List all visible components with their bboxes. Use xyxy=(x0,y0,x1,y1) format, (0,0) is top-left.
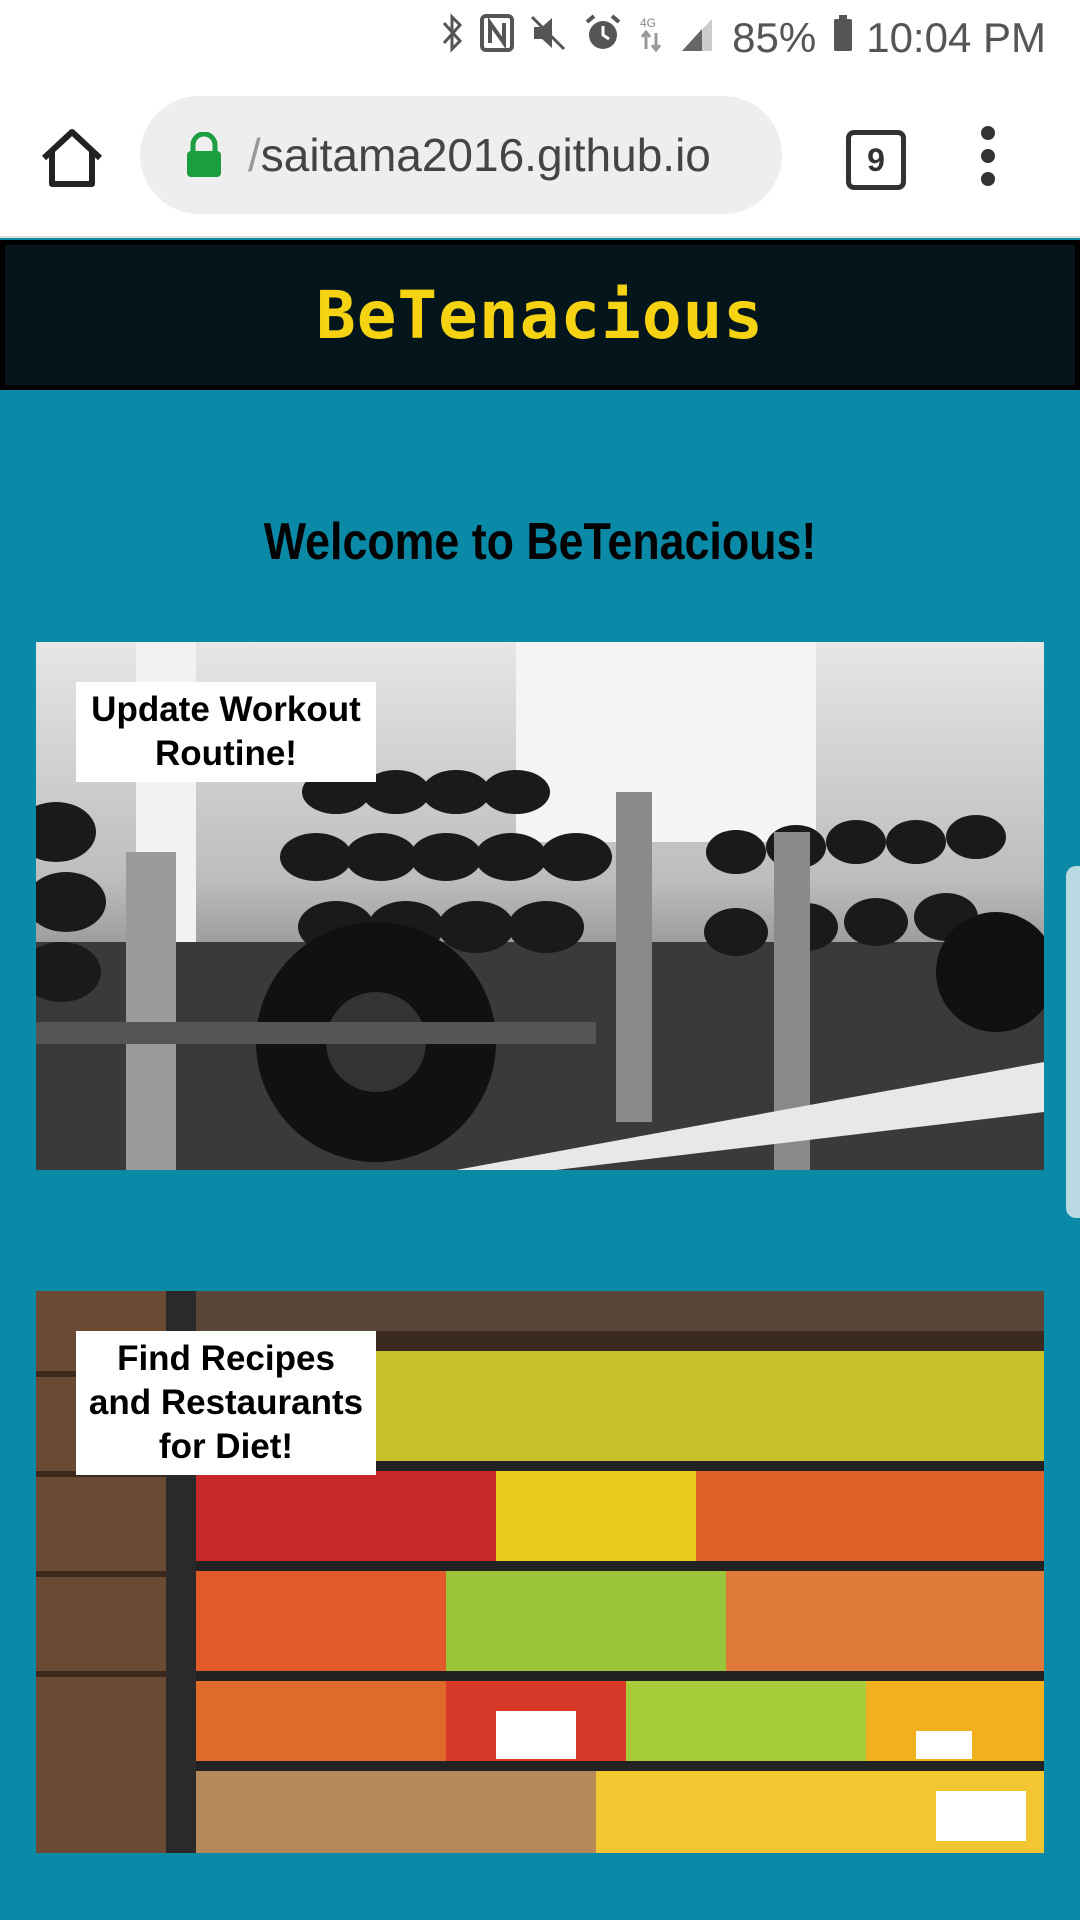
diet-card[interactable]: Find Recipes and Restaurants for Diet! xyxy=(36,1291,1044,1853)
battery-percentage: 85% xyxy=(732,14,817,61)
page-heading: Welcome to BeTenacious! xyxy=(263,513,817,571)
mute-icon xyxy=(530,13,568,63)
bluetooth-icon xyxy=(440,13,464,63)
tab-count: 9 xyxy=(867,141,885,178)
svg-text:4G: 4G xyxy=(640,16,656,30)
battery-icon xyxy=(832,13,854,63)
url-prefix: / xyxy=(248,129,261,181)
signal-icon xyxy=(680,13,714,63)
lock-icon xyxy=(187,132,221,177)
url-text: saitama2016.github.io xyxy=(260,129,711,181)
site-header: BeTenacious xyxy=(0,240,1080,390)
menu-dot-icon xyxy=(981,172,995,186)
scroll-handle[interactable] xyxy=(1066,866,1080,1218)
site-title[interactable]: BeTenacious xyxy=(316,277,764,354)
home-button[interactable] xyxy=(34,120,110,196)
lte-icon: 4G xyxy=(638,13,664,63)
home-icon xyxy=(41,129,103,187)
nfc-icon xyxy=(480,13,515,63)
browser-toolbar: /saitama2016.github.io 9 xyxy=(0,76,1080,238)
workout-card-label[interactable]: Update Workout Routine! xyxy=(76,682,376,782)
menu-dot-icon xyxy=(981,149,995,163)
menu-dot-icon xyxy=(981,126,995,140)
clock: 10:04 PM xyxy=(866,14,1046,61)
address-bar[interactable]: /saitama2016.github.io xyxy=(140,96,782,214)
status-bar: 4G 85% 10:04 PM xyxy=(0,0,1080,76)
overflow-menu-button[interactable] xyxy=(968,126,1008,186)
tab-switcher-button[interactable]: 9 xyxy=(846,130,906,190)
alarm-icon xyxy=(584,13,622,63)
workout-card[interactable]: Update Workout Routine! xyxy=(36,642,1044,1170)
diet-card-label[interactable]: Find Recipes and Restaurants for Diet! xyxy=(76,1331,376,1475)
